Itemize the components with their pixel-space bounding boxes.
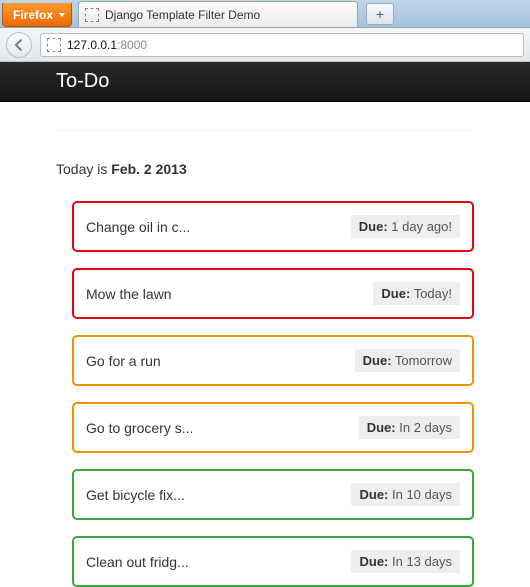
due-label: Due: [359, 554, 388, 569]
due-label: Due: [359, 219, 388, 234]
task-item: Change oil in c... Due: 1 day ago! [72, 201, 474, 252]
back-arrow-icon [13, 39, 25, 51]
divider [56, 130, 474, 131]
task-title: Get bicycle fix... [86, 487, 185, 503]
due-badge: Due: In 10 days [351, 483, 460, 506]
due-label: Due: [359, 487, 388, 502]
tab-strip: Firefox Django Template Filter Demo + [0, 0, 530, 28]
url-bar[interactable]: 127.0.0.1:8000 [40, 33, 524, 57]
task-item: Go for a run Due: Tomorrow [72, 335, 474, 386]
task-title: Mow the lawn [86, 286, 172, 302]
browser-tab[interactable]: Django Template Filter Demo [78, 1, 358, 27]
task-title: Go for a run [86, 353, 161, 369]
due-value: 1 day ago! [391, 219, 452, 234]
firefox-menu-button[interactable]: Firefox [2, 3, 72, 27]
due-value: Today! [414, 286, 452, 301]
task-title: Go to grocery s... [86, 420, 193, 436]
due-badge: Due: Tomorrow [355, 349, 460, 372]
url-host: 127.0.0.1 [67, 38, 117, 52]
due-badge: Due: In 2 days [359, 416, 460, 439]
due-badge: Due: In 13 days [351, 550, 460, 573]
today-date: Feb. 2 2013 [111, 161, 187, 177]
task-title: Change oil in c... [86, 219, 190, 235]
due-label: Due: [381, 286, 410, 301]
today-line: Today is Feb. 2 2013 [56, 161, 474, 177]
back-button[interactable] [6, 32, 32, 58]
app-navbar: To-Do [0, 62, 530, 102]
task-item: Mow the lawn Due: Today! [72, 268, 474, 319]
plus-icon: + [376, 6, 384, 22]
due-value: Tomorrow [395, 353, 452, 368]
task-title: Clean out fridg... [86, 554, 189, 570]
url-port: :8000 [117, 38, 147, 52]
due-value: In 2 days [399, 420, 452, 435]
firefox-menu-label: Firefox [13, 8, 53, 22]
due-badge: Due: Today! [373, 282, 460, 305]
page-content: To-Do Today is Feb. 2 2013 Change oil in… [0, 62, 530, 587]
task-item: Clean out fridg... Due: In 13 days [72, 536, 474, 587]
due-value: In 13 days [392, 554, 452, 569]
nav-toolbar: 127.0.0.1:8000 [0, 28, 530, 62]
main-content: Today is Feb. 2 2013 Change oil in c... D… [0, 102, 530, 587]
due-value: In 10 days [392, 487, 452, 502]
tab-favicon [85, 8, 99, 22]
tab-title: Django Template Filter Demo [105, 8, 260, 22]
new-tab-button[interactable]: + [366, 3, 394, 25]
due-label: Due: [367, 420, 396, 435]
task-list: Change oil in c... Due: 1 day ago! Mow the… [72, 201, 474, 587]
due-label: Due: [363, 353, 392, 368]
app-brand: To-Do [56, 70, 109, 93]
task-item: Get bicycle fix... Due: In 10 days [72, 469, 474, 520]
task-item: Go to grocery s... Due: In 2 days [72, 402, 474, 453]
url-favicon [47, 38, 61, 52]
due-badge: Due: 1 day ago! [351, 215, 460, 238]
browser-chrome: Firefox Django Template Filter Demo + 12… [0, 0, 530, 62]
today-prefix: Today is [56, 161, 111, 177]
